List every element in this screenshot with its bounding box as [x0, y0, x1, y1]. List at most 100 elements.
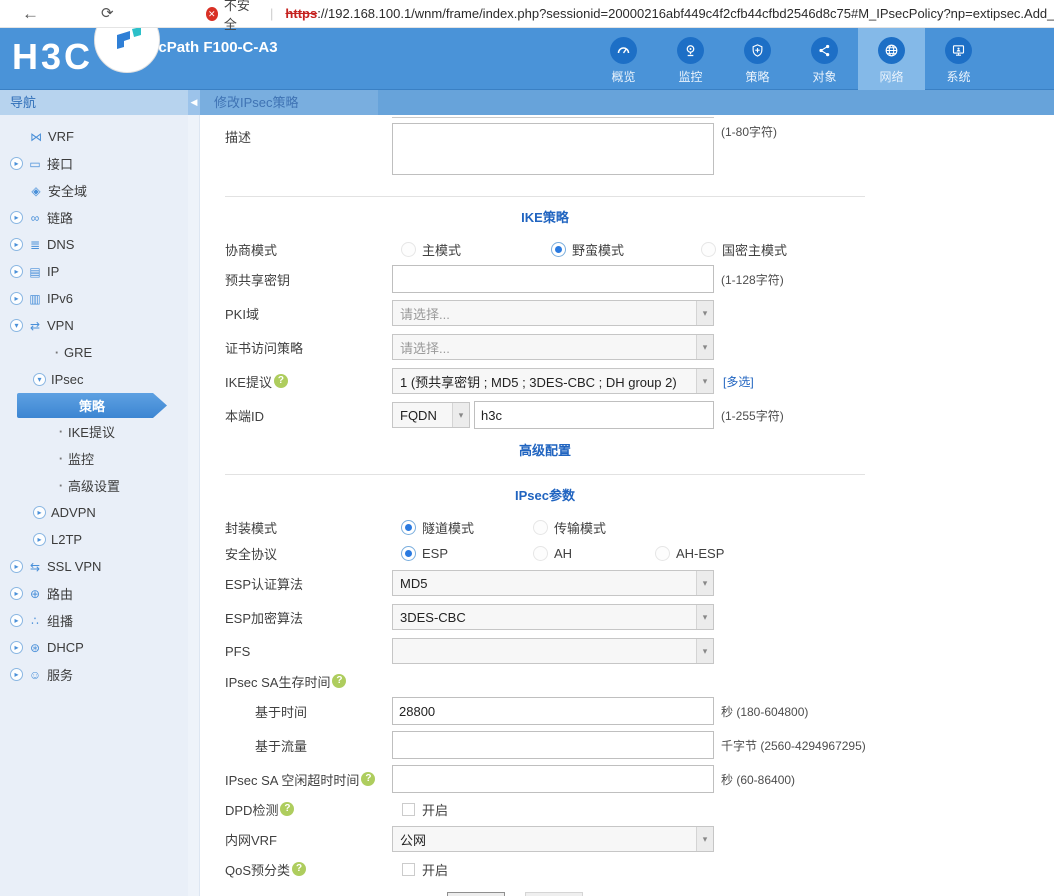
expand-icon[interactable]	[10, 157, 23, 170]
dhcp-icon	[28, 641, 42, 655]
expand-icon[interactable]	[10, 641, 23, 654]
expand-icon[interactable]	[33, 533, 46, 546]
sidebar-scrollbar[interactable]	[188, 115, 200, 896]
sidebar-item-ssl-vpn[interactable]: SSL VPN	[0, 553, 188, 580]
vpn-icon	[28, 319, 42, 333]
radio-selected-icon[interactable]	[401, 546, 416, 561]
expand-icon[interactable]	[10, 265, 23, 278]
cert-policy-select[interactable]: 请选择...	[392, 334, 714, 360]
help-icon[interactable]: ?	[292, 862, 306, 876]
sidebar-item-ike-proposal[interactable]: IKE提议	[0, 418, 188, 445]
sidebar-item-multicast[interactable]: 组播	[0, 607, 188, 634]
sidebar-item-advpn[interactable]: ADVPN	[0, 499, 188, 526]
expand-icon[interactable]	[33, 506, 46, 519]
pfs-select[interactable]	[392, 638, 714, 664]
ip-icon	[28, 265, 42, 279]
time-based-input[interactable]	[392, 697, 714, 725]
radio-main-mode[interactable]: 主模式	[401, 240, 551, 259]
sidebar-item-link[interactable]: 链路	[0, 204, 188, 231]
security-label[interactable]: 不安全	[224, 0, 258, 33]
sidebar-item-service[interactable]: 服务	[0, 661, 188, 688]
sidebar-item-vrf[interactable]: VRF	[0, 123, 188, 150]
collapse-icon[interactable]	[33, 373, 46, 386]
radio-icon[interactable]	[655, 546, 670, 561]
radio-aggressive-mode[interactable]: 野蛮模式	[551, 240, 701, 259]
cancel-button[interactable]: 取消	[525, 892, 583, 896]
description-textarea[interactable]	[392, 123, 714, 175]
ike-proposal-row: IKE提议? 1 (预共享密钥 ; MD5 ; 3DES-CBC ; DH gr…	[225, 364, 865, 398]
expand-icon[interactable]	[10, 560, 23, 573]
sidebar-item-route[interactable]: 路由	[0, 580, 188, 607]
sidebar-item-ip[interactable]: IP	[0, 258, 188, 285]
idle-timeout-input[interactable]	[392, 765, 714, 793]
share-icon	[811, 37, 838, 64]
collapse-icon[interactable]	[10, 319, 23, 332]
intranet-vrf-select[interactable]: 公网	[392, 826, 714, 852]
menu-policy[interactable]: 策略	[724, 28, 791, 90]
tab-modify-ipsec-policy[interactable]: 修改IPsec策略	[200, 90, 378, 115]
radio-esp[interactable]: ESP	[401, 546, 533, 561]
preshared-key-input[interactable]	[392, 265, 714, 293]
qos-enable-checkbox[interactable]	[402, 863, 415, 876]
help-icon[interactable]: ?	[274, 374, 288, 388]
chevron-down-icon	[696, 369, 713, 393]
local-id-type-select[interactable]: FQDN	[392, 402, 470, 428]
expand-icon[interactable]	[10, 614, 23, 627]
sidebar-item-monitor[interactable]: 监控	[0, 445, 188, 472]
radio-selected-icon[interactable]	[551, 242, 566, 257]
expand-icon[interactable]	[10, 668, 23, 681]
sidebar-item-ipsec[interactable]: IPsec	[0, 366, 188, 393]
menu-overview[interactable]: 概览	[590, 28, 657, 90]
sidebar-item-interface[interactable]: 接口	[0, 150, 188, 177]
dpd-enable-checkbox[interactable]	[402, 803, 415, 816]
help-icon[interactable]: ?	[361, 772, 375, 786]
menu-network[interactable]: 网络	[858, 28, 925, 90]
sidebar-collapse-icon[interactable]: ◀	[188, 90, 200, 115]
ok-button[interactable]: 确定	[447, 892, 505, 896]
radio-icon[interactable]	[401, 242, 416, 257]
system-icon	[945, 37, 972, 64]
radio-tunnel-mode[interactable]: 隧道模式	[401, 518, 533, 537]
sidebar-item-gre[interactable]: GRE	[0, 339, 188, 366]
menu-object[interactable]: 对象	[791, 28, 858, 90]
esp-enc-select[interactable]: 3DES-CBC	[392, 604, 714, 630]
multi-select-link[interactable]: [多选]	[723, 373, 754, 390]
reload-icon[interactable]: ⟳	[101, 6, 114, 21]
local-id-input[interactable]	[474, 401, 714, 429]
help-icon[interactable]: ?	[332, 674, 346, 688]
expand-icon[interactable]	[10, 211, 23, 224]
menu-monitor[interactable]: 监控	[657, 28, 724, 90]
sidebar-item-dhcp[interactable]: DHCP	[0, 634, 188, 661]
radio-icon[interactable]	[533, 520, 548, 535]
sidebar-item-security-zone[interactable]: 安全域	[0, 177, 188, 204]
sidebar-item-advanced-settings[interactable]: 高级设置	[0, 472, 188, 499]
radio-gm-main-mode[interactable]: 国密主模式	[701, 240, 851, 259]
sidebar-item-vpn[interactable]: VPN	[0, 312, 188, 339]
esp-auth-row: ESP认证算法 MD5	[225, 566, 865, 600]
sidebar-item-ipv6[interactable]: IPv6	[0, 285, 188, 312]
radio-icon[interactable]	[533, 546, 548, 561]
esp-auth-select[interactable]: MD5	[392, 570, 714, 596]
expand-icon[interactable]	[10, 238, 23, 251]
bullet-icon	[56, 478, 66, 493]
help-icon[interactable]: ?	[280, 802, 294, 816]
address-bar[interactable]: https://192.168.100.1/wnm/frame/index.ph…	[285, 6, 1054, 21]
sidebar-item-policy-selected[interactable]: 策略	[17, 393, 167, 418]
sidebar-item-dns[interactable]: DNS	[0, 231, 188, 258]
description-hint: (1-80字符)	[721, 123, 777, 140]
expand-icon[interactable]	[10, 292, 23, 305]
traffic-based-input[interactable]	[392, 731, 714, 759]
radio-ah[interactable]: AH	[533, 546, 655, 561]
radio-selected-icon[interactable]	[401, 520, 416, 535]
advanced-config-link[interactable]: 高级配置	[225, 440, 865, 459]
radio-transport-mode[interactable]: 传输模式	[533, 518, 655, 537]
bullet-icon	[56, 424, 66, 439]
pki-domain-select[interactable]: 请选择...	[392, 300, 714, 326]
sidebar-item-l2tp[interactable]: L2TP	[0, 526, 188, 553]
back-icon[interactable]: ←	[22, 5, 39, 22]
ike-proposal-select[interactable]: 1 (预共享密钥 ; MD5 ; 3DES-CBC ; DH group 2)	[392, 368, 714, 394]
radio-icon[interactable]	[701, 242, 716, 257]
expand-icon[interactable]	[10, 587, 23, 600]
radio-ah-esp[interactable]: AH-ESP	[655, 546, 777, 561]
menu-system[interactable]: 系统	[925, 28, 992, 90]
